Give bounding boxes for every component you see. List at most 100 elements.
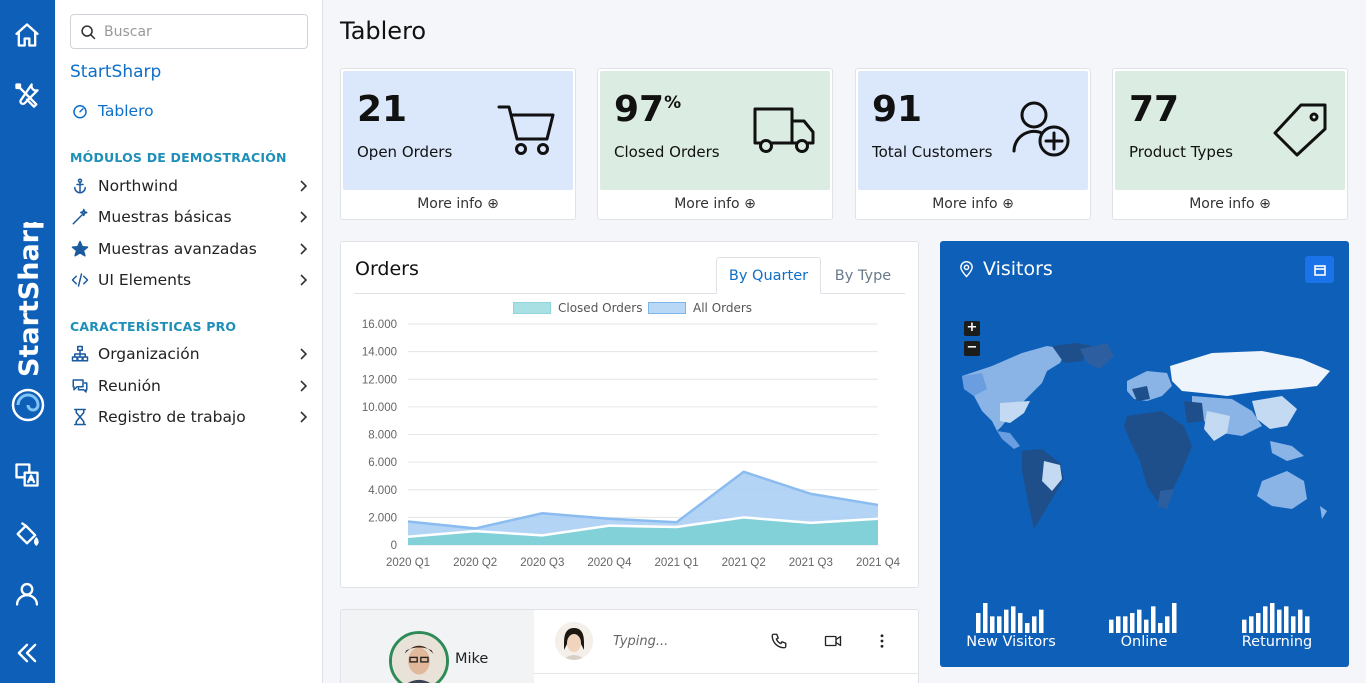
search-input[interactable] xyxy=(104,21,299,43)
x-tick-label: 2021 Q2 xyxy=(722,557,766,569)
sparkline-bar xyxy=(1151,606,1156,633)
sidebar-item-work-log[interactable]: Registro de trabajo xyxy=(70,404,310,430)
sidebar-item-advanced-samples[interactable]: Muestras avanzadas xyxy=(70,236,310,262)
sparkline-bar xyxy=(1039,609,1044,633)
y-tick-label: 6.000 xyxy=(368,457,397,469)
brand-logo: StartSharp xyxy=(11,222,45,422)
sidebar-item-organization[interactable]: Organización xyxy=(70,341,310,367)
hourglass-icon xyxy=(70,407,90,427)
sidebar-item-ui-elements[interactable]: UI Elements xyxy=(70,267,310,293)
sparkline-bar xyxy=(1291,616,1296,633)
stat-card-body: 77 Product Types xyxy=(1115,71,1345,190)
y-tick-label: 10.000 xyxy=(362,402,397,414)
stat-label: Product Types xyxy=(1129,143,1233,161)
visitors-card: Visitors + − New Visitors Online Returni… xyxy=(940,241,1349,667)
x-tick-label: 2021 Q3 xyxy=(789,557,833,569)
sidebar-item-label: UI Elements xyxy=(98,271,192,289)
translate-icon[interactable] xyxy=(11,459,43,491)
map-zoom-in-button[interactable]: + xyxy=(964,321,980,336)
calendar-icon xyxy=(1313,264,1326,276)
sparkline-bar xyxy=(1123,616,1128,633)
sparkline-bar xyxy=(1284,606,1289,633)
avatar[interactable] xyxy=(555,622,593,660)
sparkline-bar xyxy=(1130,613,1135,633)
stat-value: 91 xyxy=(872,89,923,130)
arrow-circle-icon: ⊕ xyxy=(744,196,756,212)
y-tick-label: 4.000 xyxy=(368,485,397,497)
avatar[interactable] xyxy=(389,631,449,683)
stat-card-product-types: 77 Product Types More info ⊕ xyxy=(1112,68,1348,220)
sidebar-item-meeting[interactable]: Reunión xyxy=(70,373,310,399)
chat-contact-name[interactable]: Mike xyxy=(455,651,488,667)
arrow-circle-icon: ⊕ xyxy=(1002,196,1014,212)
sparkline-bar xyxy=(1172,603,1177,633)
stat-card-open-orders: 21 Open Orders More info ⊕ xyxy=(340,68,576,220)
sidebar-item-label: Muestras avanzadas xyxy=(98,240,257,258)
legend-all-orders[interactable]: All Orders xyxy=(648,301,752,315)
app-title[interactable]: StartSharp xyxy=(70,62,161,82)
legend-swatch xyxy=(513,302,551,314)
sidebar-item-label: Tablero xyxy=(98,102,154,120)
gauge-icon xyxy=(70,101,90,121)
sparkline-bar xyxy=(1277,609,1282,633)
x-tick-label: 2020 Q4 xyxy=(587,557,632,569)
home-icon[interactable] xyxy=(11,19,43,51)
chat-bubbles-icon xyxy=(70,376,90,396)
orders-card: Orders By Quarter By Type Closed Orders … xyxy=(340,241,919,588)
returning-sparkline xyxy=(1242,603,1310,633)
collapse-icon[interactable] xyxy=(11,637,43,669)
sidebar-item-tablero[interactable]: Tablero xyxy=(70,98,310,124)
y-tick-label: 0 xyxy=(391,540,397,552)
sparkline-bar xyxy=(997,616,1002,633)
chevron-right-icon xyxy=(296,273,310,287)
world-map[interactable] xyxy=(952,341,1337,541)
more-vertical-icon[interactable] xyxy=(873,632,893,652)
sparkline-bar xyxy=(1256,613,1261,633)
calendar-button[interactable] xyxy=(1305,256,1334,283)
sparkline-bar xyxy=(1011,606,1016,633)
cart-icon xyxy=(495,99,559,159)
more-info-link[interactable]: More info ⊕ xyxy=(341,196,575,212)
sparkline-bar xyxy=(1158,623,1163,633)
sparkline-bar xyxy=(1032,616,1037,633)
y-tick-label: 14.000 xyxy=(362,347,397,359)
stat-label: Closed Orders xyxy=(614,143,720,161)
paint-bucket-icon[interactable] xyxy=(11,518,43,550)
orders-area-chart: 0 2.000 4.000 6.000 8.000 10.000 12.000 14.000 1… xyxy=(362,319,901,569)
sidebar-item-northwind[interactable]: Northwind xyxy=(70,173,310,199)
sidebar-item-basic-samples[interactable]: Muestras básicas xyxy=(70,204,310,230)
sparkline-bar xyxy=(1004,609,1009,633)
more-info-link[interactable]: More info ⊕ xyxy=(1113,196,1347,212)
chevron-right-icon xyxy=(296,242,310,256)
sidebar-item-label: Organización xyxy=(98,345,200,363)
sparkline-bar xyxy=(1242,619,1247,633)
sparkline-bar xyxy=(1305,616,1310,633)
stat-card-body: 91 Total Customers xyxy=(858,71,1088,190)
search-box[interactable] xyxy=(70,14,308,49)
tab-by-quarter[interactable]: By Quarter xyxy=(716,257,821,294)
chat-contact-list: Mike xyxy=(341,610,534,683)
more-info-link[interactable]: More info ⊕ xyxy=(598,196,832,212)
phone-icon[interactable] xyxy=(770,632,790,652)
video-camera-icon[interactable] xyxy=(824,632,844,652)
chevron-right-icon xyxy=(296,179,310,193)
sidebar: StartSharp Tablero MÓDULOS DE DEMOSTRACI… xyxy=(55,0,323,683)
star-icon xyxy=(70,239,90,259)
x-tick-label: 2020 Q3 xyxy=(520,557,564,569)
stat-card-total-customers: 91 Total Customers More info ⊕ xyxy=(855,68,1091,220)
stat-value: 77 xyxy=(1129,89,1180,130)
sparkline-bar xyxy=(1144,619,1149,633)
x-tick-label: 2021 Q4 xyxy=(856,557,901,569)
more-info-link[interactable]: More info ⊕ xyxy=(856,196,1090,212)
sparkline-bar xyxy=(990,616,995,633)
sparkline-bar xyxy=(1249,616,1254,633)
user-icon[interactable] xyxy=(11,578,43,610)
sparkline-bar xyxy=(1270,603,1275,633)
tools-icon[interactable] xyxy=(11,79,43,111)
legend-closed-orders[interactable]: Closed Orders xyxy=(513,301,642,315)
x-tick-label: 2020 Q2 xyxy=(453,557,497,569)
section-heading-pro: CARACTERÍSTICAS PRO xyxy=(70,319,237,334)
code-icon xyxy=(70,270,90,290)
tab-by-type[interactable]: By Type xyxy=(821,257,905,294)
sparkline-bar xyxy=(1018,613,1023,633)
